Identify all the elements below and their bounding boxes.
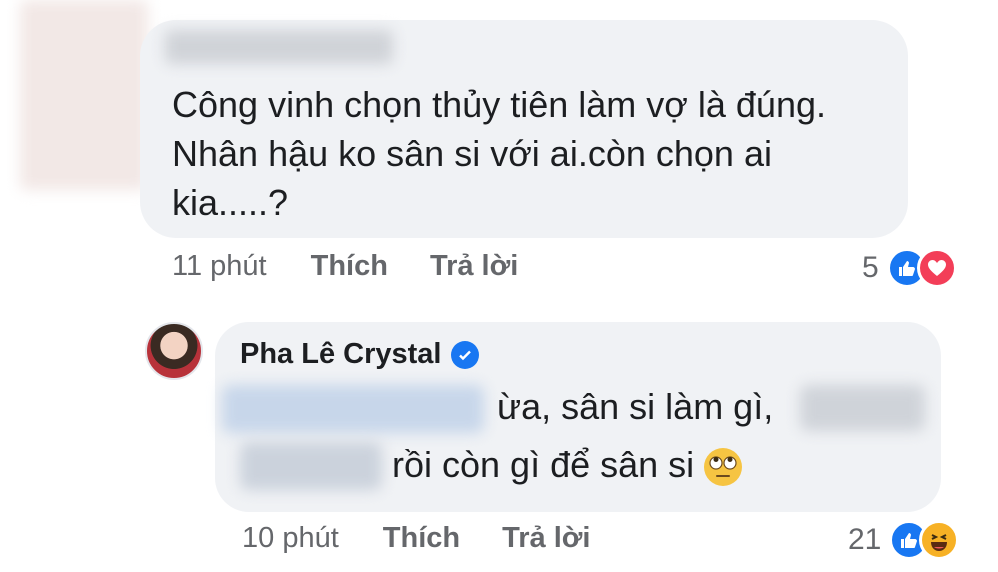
blurred-text <box>240 442 382 490</box>
reaction-count: 5 <box>862 251 879 284</box>
reaction-summary[interactable]: 5 <box>862 248 957 288</box>
blurred-author-name <box>165 30 393 64</box>
author-name[interactable]: Pha Lê Crystal <box>240 338 441 371</box>
comment-actions: 11 phút Thích Trả lời <box>172 250 518 283</box>
haha-icon <box>919 520 960 560</box>
comment-line: kia.....? <box>172 182 289 223</box>
comment-line: Công vinh chọn thủy tiên làm vợ là đúng. <box>172 84 826 125</box>
author-name-row: Pha Lê Crystal <box>240 338 480 371</box>
blurred-avatar <box>20 0 148 190</box>
blurred-text <box>800 385 925 431</box>
reply-line-text: rồi còn gì để sân si <box>392 444 695 485</box>
reply-button[interactable]: Trả lời <box>502 522 590 555</box>
like-button[interactable]: Thích <box>383 522 460 555</box>
comment-line: Nhân hậu ko sân si với ai.còn chọn ai <box>172 133 772 174</box>
reply-line-2: rồi còn gì để sân si <box>392 444 743 487</box>
reply-line: ừa, sân si làm gì, <box>497 386 774 427</box>
reply-time[interactable]: 10 phút <box>242 522 339 555</box>
reply-button[interactable]: Trả lời <box>430 250 518 283</box>
comment-time[interactable]: 11 phút <box>172 250 267 283</box>
reply-actions: 10 phút Thích Trả lời <box>242 522 590 555</box>
reaction-summary[interactable]: 21 <box>848 520 960 560</box>
blurred-text <box>222 385 484 433</box>
reaction-count: 21 <box>848 523 882 556</box>
like-button[interactable]: Thích <box>311 250 388 283</box>
love-icon <box>916 248 957 288</box>
verified-badge-icon <box>451 340 480 369</box>
face-with-rolling-eyes-icon <box>704 448 743 487</box>
avatar[interactable] <box>145 322 203 380</box>
comment-text: Công vinh chọn thủy tiên làm vợ là đúng.… <box>172 80 892 227</box>
